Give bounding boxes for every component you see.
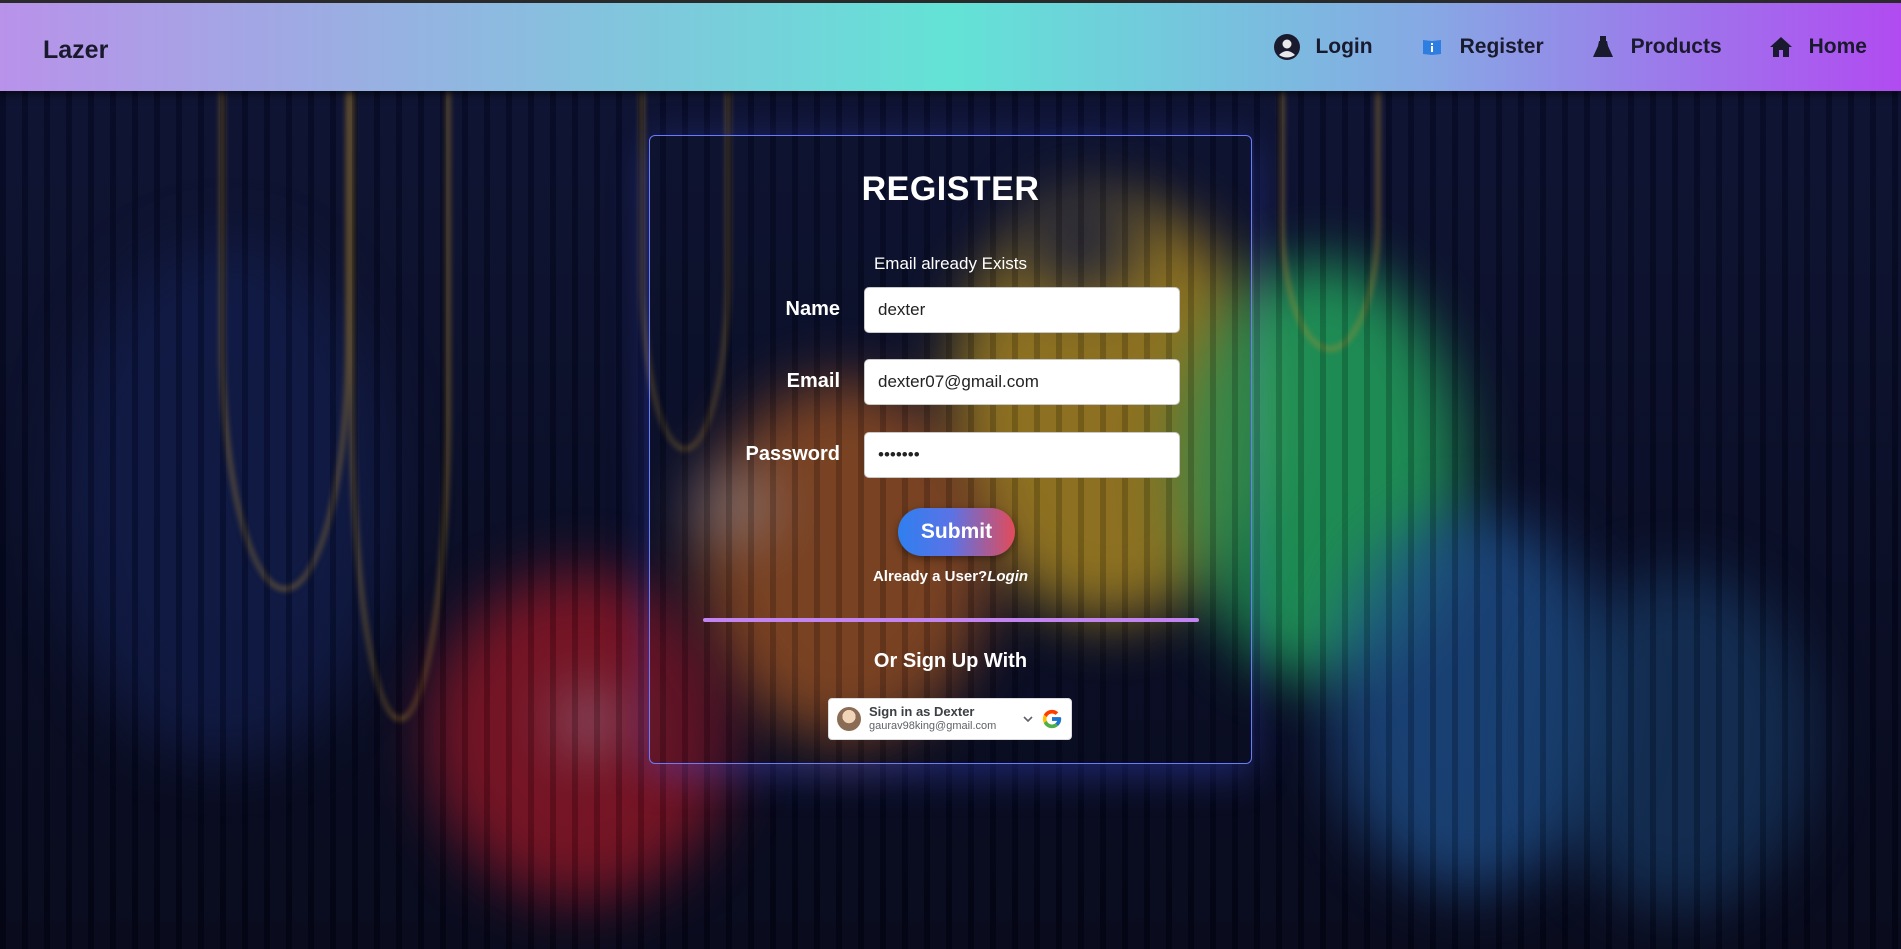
email-label: Email bbox=[786, 370, 840, 392]
submit-button[interactable]: Submit bbox=[898, 508, 1015, 556]
name-input[interactable] bbox=[864, 287, 1180, 333]
chevron-down-icon[interactable] bbox=[1023, 715, 1035, 723]
error-message: Email already Exists bbox=[873, 254, 1028, 273]
password-input[interactable] bbox=[864, 432, 1180, 478]
user-circle-icon bbox=[1273, 33, 1301, 61]
login-link[interactable]: Login bbox=[987, 568, 1028, 585]
nav-item-login[interactable]: Login bbox=[1273, 33, 1373, 61]
google-signin-email: gaurav98king@gmail.com bbox=[869, 720, 997, 733]
nav-label-home: Home bbox=[1808, 35, 1867, 58]
google-account-info: Sign in as Dexter gaurav98king@gmail.com bbox=[869, 704, 1021, 733]
home-icon bbox=[1767, 33, 1795, 61]
or-sign-up-text: Or Sign Up With bbox=[873, 650, 1028, 672]
already-user-row: Already a User?Login bbox=[650, 568, 1251, 585]
brand-logo[interactable]: Lazer bbox=[43, 36, 108, 65]
info-book-icon bbox=[1418, 33, 1446, 61]
nav-label-register: Register bbox=[1459, 35, 1544, 58]
name-label: Name bbox=[785, 298, 840, 320]
google-signin-button[interactable]: Sign in as Dexter gaurav98king@gmail.com bbox=[828, 698, 1072, 740]
nav-item-home[interactable]: Home bbox=[1767, 33, 1867, 61]
nav-item-register[interactable]: Register bbox=[1418, 33, 1544, 61]
email-input[interactable] bbox=[864, 359, 1180, 405]
divider bbox=[703, 618, 1199, 622]
dress-icon bbox=[1589, 33, 1617, 61]
nav-label-products: Products bbox=[1630, 35, 1722, 58]
nav-links: Login Register Products Home bbox=[1228, 33, 1867, 61]
password-label: Password bbox=[745, 443, 840, 465]
avatar bbox=[837, 707, 861, 731]
google-logo-icon bbox=[1041, 708, 1063, 730]
nav-item-products[interactable]: Products bbox=[1589, 33, 1722, 61]
google-signin-title: Sign in as Dexter bbox=[869, 704, 975, 720]
register-title: REGISTER bbox=[861, 170, 1040, 208]
top-navbar: Lazer Login Register Products Home bbox=[0, 0, 1901, 91]
nav-label-login: Login bbox=[1315, 35, 1373, 58]
register-card: REGISTER Email already Exists Name Email… bbox=[649, 135, 1252, 764]
already-user-text: Already a User? bbox=[872, 568, 988, 585]
